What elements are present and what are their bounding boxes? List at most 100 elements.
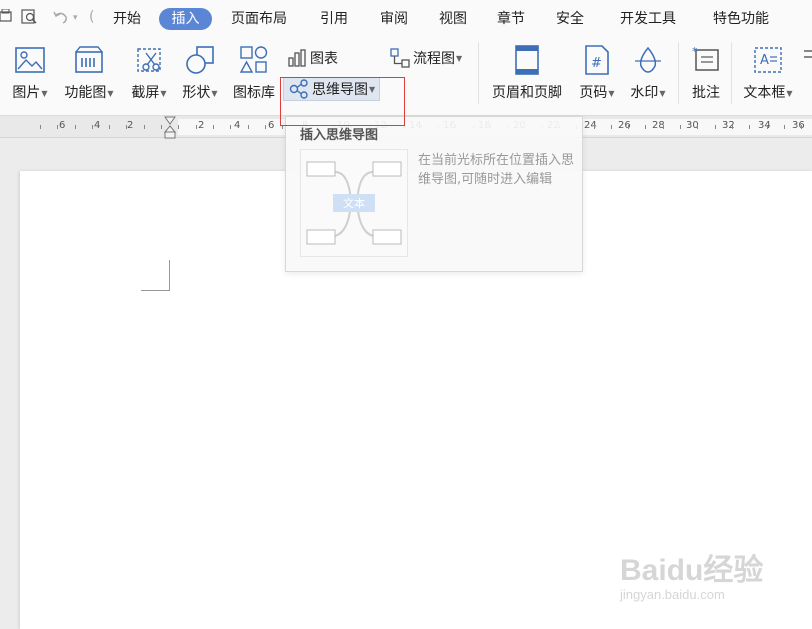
flowchart-label: 流程图 [413,51,455,67]
icon-library-label: 图标库 [233,85,275,101]
chevron-down-icon: ▼ [160,88,167,98]
ruler-tick [749,125,750,129]
ruler-tick [161,125,162,129]
screenshot-label: 截屏 [131,85,160,101]
ruler-tick [265,125,266,129]
shape-label: 形状 [182,85,211,101]
svg-text:A: A [760,53,769,68]
margin-corner-mark [141,260,170,291]
ruler-tick [196,125,197,129]
ruler-tick [801,125,802,129]
watermark-icon [632,44,664,76]
watermark-label: 水印 [630,85,659,101]
tab-chapter[interactable]: 章节 [490,8,532,30]
textbox-button[interactable]: A 文本框▼ [740,44,796,102]
ruler-tick [248,125,249,129]
ruler-label: 2 [127,120,134,131]
more-button[interactable] [802,44,812,76]
print-preview-icon[interactable] [21,9,39,29]
picture-icon [14,44,46,76]
header-footer-button[interactable]: 页眉和页脚 [488,44,566,102]
chevron-down-icon: ▼ [659,88,666,98]
textbox-label: 文本框 [743,85,786,101]
tooltip-title: 插入思维导图 [300,128,379,143]
comment-icon: * [690,44,722,76]
header-footer-icon [511,44,543,76]
function-chart-button[interactable]: 功能图▼ [60,44,118,102]
ruler-tick [178,125,179,129]
comment-button[interactable]: * 批注 [686,44,726,102]
comment-label: 批注 [692,85,720,101]
ruler-tick [715,125,716,129]
baidu-watermark: Baidu经验 jingyan.baidu.com [620,545,763,602]
undo-dropdown-icon[interactable]: ▾ [73,13,78,23]
flowchart-button[interactable]: 流程图 ▼ [389,46,462,70]
ruler-tick [628,125,629,129]
ruler-label: 4 [234,120,241,131]
textbox-icon: A [752,44,784,76]
watermark-button[interactable]: 水印▼ [626,44,670,102]
highlight-box [280,77,405,126]
print-icon[interactable] [0,8,12,29]
tab-references[interactable]: 引用 [313,8,355,30]
tooltip-description: 在当前光标所在位置插入思维导图,可随时进入编辑 [418,153,575,187]
function-chart-label: 功能图 [64,85,107,101]
page-number-button[interactable]: # 页码▼ [575,44,619,102]
ruler-tick [594,125,595,129]
ruler-tick [126,125,127,129]
tab-insert[interactable]: 插入 [159,8,212,30]
icon-library-button[interactable]: 图标库 [229,44,279,102]
insert-ribbon: 图片▼ 功能图▼ 截屏▼ 形状▼ 图标库 图表 流程图 ▼ 思维导图 ▼ 页眉和… [0,36,812,116]
chart-label: 图表 [310,51,338,67]
ruler-tick [732,125,733,129]
mindmap-preview-image: 文本 [300,149,408,257]
svg-text:#: # [591,56,602,71]
shape-button[interactable]: 形状▼ [177,44,223,102]
ruler-tick [697,125,698,129]
ribbon-divider [478,42,479,104]
ruler-tick [109,125,110,129]
bar-chart-icon [286,47,308,69]
ruler-tick [230,125,231,129]
ribbon-divider [678,42,679,104]
preview-center-text: 文本 [343,197,365,210]
ruler-label: 36 [792,120,805,131]
chevron-down-icon: ▼ [41,88,48,98]
ruler-tick [57,125,58,129]
more-icon [802,44,812,76]
tab-special-features[interactable]: 特色功能 [705,8,777,30]
function-chart-icon [73,44,105,76]
menu-tab-bar: ▾ ( 开始 插入 页面布局 引用 审阅 视图 章节 安全 开发工具 特色功能 [0,0,812,36]
tab-review[interactable]: 审阅 [373,8,415,30]
chevron-down-icon: ▼ [107,88,114,98]
ruler-label: 2 [198,120,205,131]
screenshot-icon [133,44,165,76]
page-number-label: 页码 [579,85,608,101]
page-number-icon: # [581,44,613,76]
tab-start[interactable]: 开始 [104,8,150,30]
chart-button[interactable]: 图表 [286,46,338,70]
tab-developer-tools[interactable]: 开发工具 [612,8,684,30]
ruler-tick [213,125,214,129]
chevron-down-icon: ▼ [456,53,463,63]
ruler-tick [645,125,646,129]
tab-page-layout[interactable]: 页面布局 [225,8,293,30]
ruler-label: 4 [94,120,101,131]
ruler-tick [663,125,664,129]
redo-icon[interactable]: ( [89,9,94,25]
ruler-tick [680,125,681,129]
ruler-label: 34 [758,120,771,131]
ribbon-divider [731,42,732,104]
tab-security[interactable]: 安全 [549,8,591,30]
ruler-tick [784,125,785,129]
indent-marker-icon[interactable] [163,116,177,140]
undo-icon[interactable] [52,9,70,29]
tab-view[interactable]: 视图 [432,8,474,30]
screenshot-button[interactable]: 截屏▼ [126,44,172,102]
header-footer-label: 页眉和页脚 [492,85,562,101]
picture-button[interactable]: 图片▼ [8,44,52,102]
svg-text:*: * [692,45,698,58]
ruler-tick [40,125,41,129]
ruler-label: 6 [268,120,275,131]
shape-icon [184,44,216,76]
